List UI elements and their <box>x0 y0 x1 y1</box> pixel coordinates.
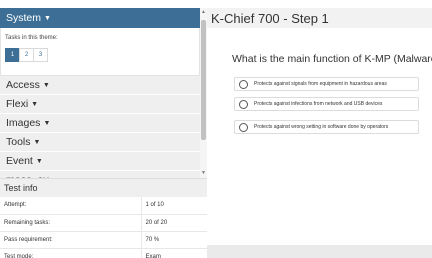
info-value: 20 of 20 <box>140 214 207 232</box>
answer-option-label: Protects against wrong setting in softwa… <box>254 124 389 130</box>
info-value: 1 of 10 <box>140 197 207 215</box>
theme-dropdown-system[interactable]: System ▼ <box>0 8 200 28</box>
caret-down-icon: ▼ <box>35 158 43 165</box>
task-pager: 1 2 3 <box>5 48 48 62</box>
task-page-1[interactable]: 1 <box>5 48 20 62</box>
scroll-up-arrow-icon[interactable]: ▲ <box>201 9 206 15</box>
scroll-down-arrow-icon[interactable]: ▼ <box>201 170 206 176</box>
main-panel: K-Chief 700 - Step 1 What is the main fu… <box>207 0 432 258</box>
answer-option-3[interactable]: Protects against wrong setting in softwa… <box>234 120 419 134</box>
caret-down-icon: ▼ <box>31 101 39 108</box>
test-info-heading: Test info <box>0 178 207 197</box>
answer-option-1[interactable]: Protects against signals from equipment … <box>234 77 419 91</box>
menu-item-label: Tools <box>6 136 31 148</box>
answer-option-2[interactable]: Protects against infections from network… <box>234 97 419 111</box>
menu-item-label: Images <box>6 117 41 129</box>
table-row: Pass requirement: 70 % <box>0 231 207 249</box>
info-label: Remaining tasks: <box>0 214 141 232</box>
radio-unchecked-icon[interactable] <box>239 122 248 132</box>
tasks-label: Tasks in this theme: <box>5 35 58 41</box>
caret-down-icon: ▼ <box>44 15 51 22</box>
menu-item-event[interactable]: Event ▼ <box>0 152 200 171</box>
theme-menu: Access▼ Flexi▼ Images▼ Tools▼ Event▼ mea… <box>0 76 200 184</box>
menu-item-label: Flexi <box>6 98 29 110</box>
task-page-2[interactable]: 2 <box>19 48 34 62</box>
menu-item-label: Event <box>6 155 33 167</box>
answer-option-label: Protects against signals from equipment … <box>254 81 387 87</box>
test-info-table: Attempt: 1 of 10 Remaining tasks: 20 of 20… <box>0 197 207 258</box>
bottom-bar <box>207 245 432 258</box>
info-value: 70 % <box>140 231 207 249</box>
caret-down-icon: ▼ <box>33 139 41 146</box>
info-label: Pass requirement: <box>0 231 141 249</box>
radio-unchecked-icon[interactable] <box>239 79 248 89</box>
menu-item-images[interactable]: Images ▼ <box>0 114 200 133</box>
caret-down-icon: ▼ <box>42 82 50 89</box>
answer-option-label: Protects against infections from network… <box>254 101 383 107</box>
left-panel: System ▼ Tasks in this theme: 1 2 3 Acces… <box>0 0 207 258</box>
caret-down-icon: ▼ <box>43 120 51 127</box>
theme-tasks-panel: Tasks in this theme: 1 2 3 <box>0 28 200 76</box>
theme-label: System <box>6 12 42 24</box>
task-page-3[interactable]: 3 <box>33 48 48 62</box>
table-row: Remaining tasks: 20 of 20 <box>0 214 207 232</box>
menu-item-flexi[interactable]: Flexi ▼ <box>0 95 200 114</box>
scroll-thumb[interactable] <box>201 20 206 140</box>
page-title: K-Chief 700 - Step 1 <box>207 8 432 28</box>
menu-item-tools[interactable]: Tools ▼ <box>0 133 200 152</box>
sidebar-scrollbar[interactable]: ▲ ▼ <box>200 8 207 178</box>
menu-item-access[interactable]: Access ▼ <box>0 76 200 95</box>
table-row: Test mode: Exam <box>0 248 207 258</box>
info-label: Attempt: <box>0 197 141 215</box>
menu-item-label: Access <box>6 79 40 91</box>
radio-unchecked-icon[interactable] <box>239 99 248 109</box>
question-text: What is the main function of K-MP (Malwa… <box>232 53 432 65</box>
info-label: Test mode: <box>0 248 141 258</box>
table-row: Attempt: 1 of 10 <box>0 197 207 215</box>
info-value: Exam <box>140 248 207 258</box>
